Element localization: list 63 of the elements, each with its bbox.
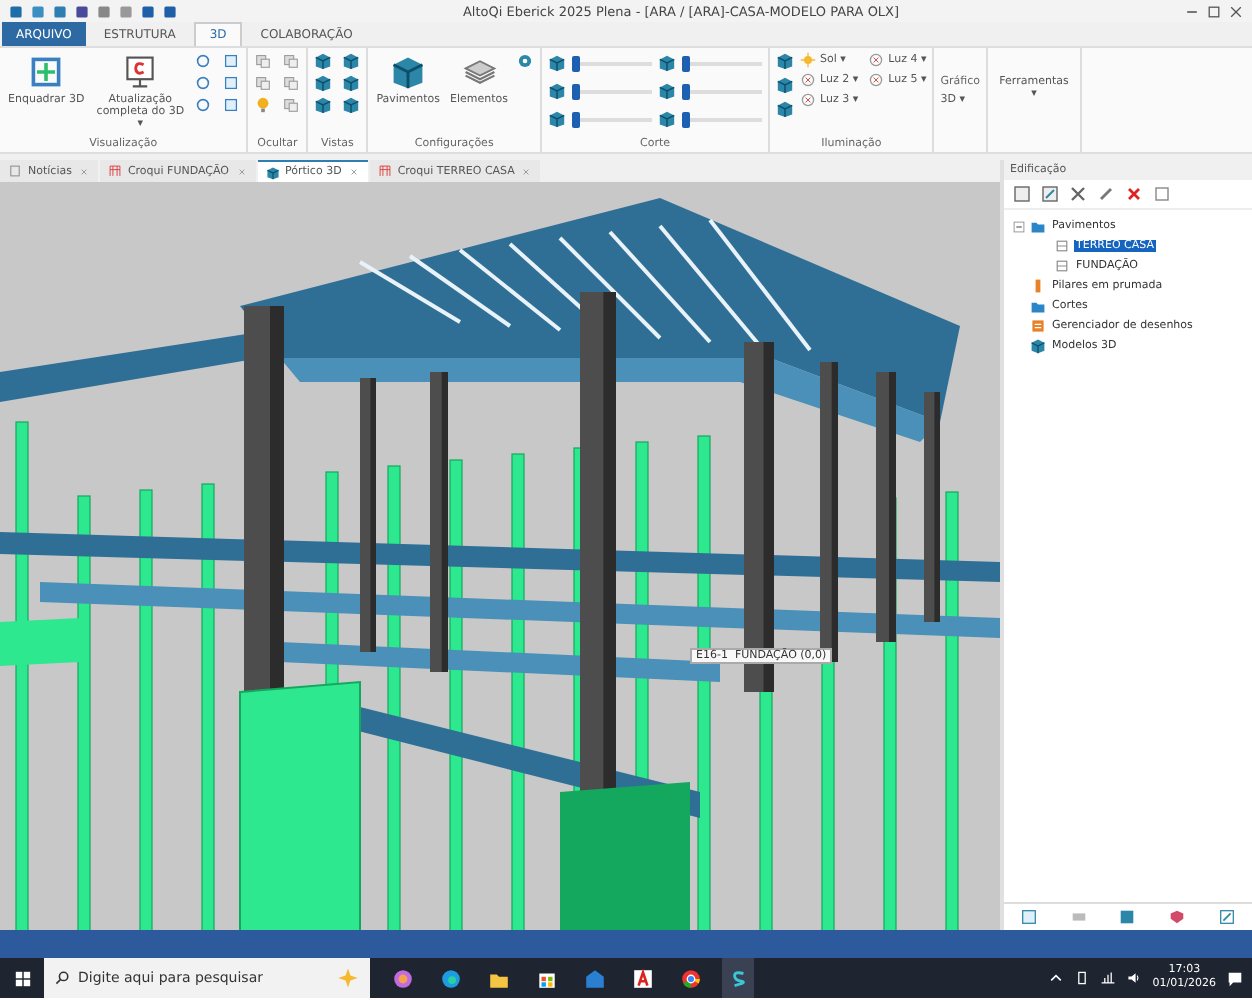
cube-icon	[390, 54, 427, 90]
cube-icon[interactable]	[658, 110, 677, 128]
save-icon[interactable]	[1118, 908, 1137, 926]
cube-icon[interactable]	[342, 96, 361, 114]
pencil-icon[interactable]	[1096, 184, 1116, 204]
cube-icon[interactable]	[776, 100, 795, 118]
panel-icon[interactable]	[1019, 908, 1038, 926]
slider-thumb[interactable]	[572, 111, 581, 127]
search-icon	[54, 970, 70, 986]
slider-thumb[interactable]	[572, 55, 581, 71]
lamp-icon	[800, 72, 817, 88]
floor-icon	[1054, 258, 1070, 274]
shield-icon[interactable]	[1168, 908, 1187, 926]
sparkle-icon	[336, 966, 360, 990]
cube-icon[interactable]	[658, 54, 677, 72]
cube-icon[interactable]	[314, 52, 333, 70]
lamp-icon	[868, 72, 885, 88]
cube-icon[interactable]	[314, 96, 333, 114]
battery-icon[interactable]	[1074, 970, 1091, 986]
tools-icon[interactable]	[1068, 184, 1088, 204]
cube-icon[interactable]	[342, 74, 361, 92]
edit-panel-icon[interactable]	[1040, 184, 1060, 204]
cube-icon[interactable]	[776, 76, 795, 94]
sun-icon	[800, 52, 817, 68]
cube-icon	[1030, 338, 1046, 354]
cube-icon[interactable]	[548, 54, 567, 72]
lamp-icon	[868, 52, 885, 68]
slider-thumb[interactable]	[682, 111, 691, 127]
browser-icon	[439, 967, 461, 989]
layers-icon	[461, 54, 498, 90]
page-icon	[8, 164, 22, 178]
floor-icon	[1054, 238, 1070, 254]
delete-icon[interactable]	[1124, 184, 1144, 204]
collapse-icon[interactable]	[1012, 219, 1026, 233]
bulb-icon[interactable]	[254, 96, 273, 114]
cube-icon[interactable]	[548, 82, 567, 100]
slider-thumb[interactable]	[682, 55, 691, 71]
drawings-icon	[1030, 318, 1046, 334]
sketch-icon	[107, 164, 122, 178]
sketch-icon	[377, 164, 392, 178]
volume-icon[interactable]	[1126, 970, 1143, 986]
network-icon[interactable]	[1100, 970, 1117, 986]
cube-icon[interactable]	[548, 110, 567, 128]
monitor-icon	[122, 54, 159, 90]
close-icon[interactable]	[1228, 3, 1244, 19]
slider-thumb[interactable]	[682, 83, 691, 99]
panel-icon[interactable]	[1012, 184, 1032, 204]
folder-icon	[1030, 218, 1046, 234]
chevron-up-icon[interactable]	[1048, 970, 1065, 986]
notification-icon[interactable]	[1226, 969, 1244, 987]
edit-panel-icon[interactable]	[1218, 908, 1237, 926]
cube-icon[interactable]	[342, 52, 361, 70]
cube-icon[interactable]	[314, 74, 333, 92]
cube-icon[interactable]	[658, 82, 677, 100]
lamp-icon	[800, 92, 817, 108]
windows-icon[interactable]	[13, 969, 31, 987]
pillar-icon	[1030, 278, 1046, 294]
cube-icon	[265, 165, 279, 179]
cube-icon[interactable]	[776, 52, 795, 70]
frame-icon	[28, 54, 65, 90]
maximize-icon[interactable]	[1206, 3, 1222, 19]
slider-thumb[interactable]	[572, 83, 581, 99]
folder-icon	[1030, 298, 1046, 314]
